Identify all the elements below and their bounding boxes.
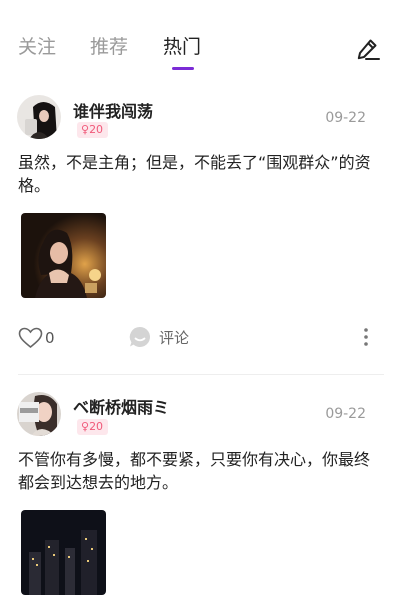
tab-popular[interactable]: 热门	[163, 32, 201, 59]
active-tab-indicator	[172, 67, 194, 70]
top-tab-bar: 关注 推荐 热门	[0, 0, 400, 76]
post-date: 09-22	[325, 406, 366, 422]
tab-following[interactable]: 关注	[18, 32, 56, 59]
divider	[18, 374, 384, 375]
comment-button[interactable]: 评论	[129, 326, 189, 348]
post-text: 不管你有多慢，都不要紧，只要你有决心，你最终都会到达想去的地方。	[18, 450, 371, 492]
edit-pen-icon[interactable]	[355, 36, 381, 62]
post-image[interactable]	[21, 213, 106, 298]
age-value: 20	[89, 420, 104, 433]
vertical-ellipsis-icon[interactable]	[362, 327, 370, 347]
like-button[interactable]: 0	[18, 327, 55, 349]
username[interactable]: ベ断桥烟雨ミ	[73, 394, 169, 418]
like-count: 0	[45, 329, 55, 347]
tab-recommended[interactable]: 推荐	[90, 32, 128, 59]
avatar[interactable]	[17, 95, 61, 139]
post-text: 虽然，不是主角；但是，不能丢了“围观群众”的资格。	[18, 153, 371, 195]
age-gender-badge: ♀20	[77, 122, 109, 138]
female-icon: ♀	[81, 123, 90, 136]
avatar[interactable]	[17, 392, 61, 436]
heart-outline-icon	[18, 327, 43, 349]
post-actions: 0 评论	[0, 323, 400, 353]
female-icon: ♀	[81, 420, 90, 433]
username[interactable]: 谁伴我闯荡	[73, 98, 153, 122]
post-image[interactable]	[21, 510, 106, 595]
comment-label: 评论	[159, 328, 190, 347]
comment-bubble-icon	[129, 326, 150, 347]
age-gender-badge: ♀20	[77, 419, 109, 435]
age-value: 20	[89, 123, 104, 136]
post-date: 09-22	[325, 110, 366, 126]
